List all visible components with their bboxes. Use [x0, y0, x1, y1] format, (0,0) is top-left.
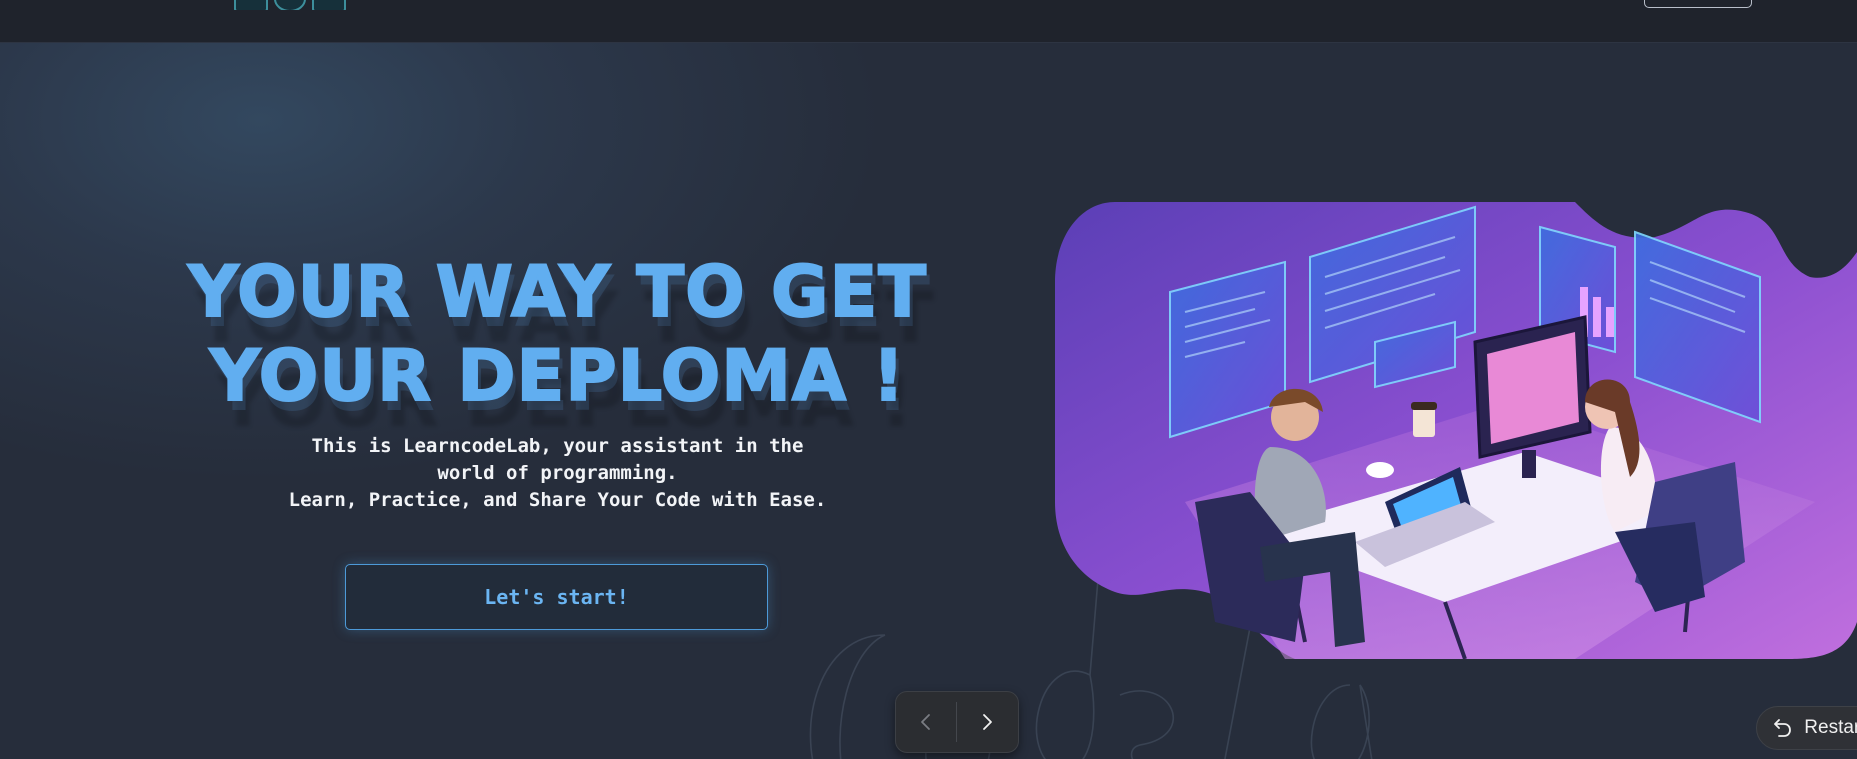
- hero-subtitle: This is LearncodeLab, your assistant in …: [250, 433, 865, 514]
- chevron-left-icon: [921, 714, 930, 730]
- hero-subtitle-line-1: This is LearncodeLab, your assistant in …: [311, 435, 804, 457]
- hero-title-line-2: YOUR DEPLOMA !: [209, 334, 906, 418]
- logo-mark-middle: [274, 0, 306, 10]
- site-logo[interactable]: [234, 0, 348, 10]
- slider-controls: [895, 691, 1019, 753]
- logo-mark-right: [312, 0, 346, 10]
- restart-label: Restart: [1804, 716, 1857, 738]
- landing-page: YOUR WAY TO GET YOUR DEPLOMA ! This is L…: [0, 0, 1857, 759]
- logo-mark-left: [234, 0, 268, 10]
- chevron-right-icon: [983, 714, 992, 730]
- top-navbar: [0, 0, 1857, 43]
- restart-button[interactable]: Restart: [1756, 706, 1857, 750]
- hero-title: YOUR WAY TO GET YOUR DEPLOMA !: [150, 250, 965, 418]
- slider-prev-button[interactable]: [896, 692, 956, 752]
- hero-subtitle-line-3: Learn, Practice, and Share Your Code wit…: [288, 489, 827, 511]
- hero-subtitle-line-2: world of programming.: [437, 462, 678, 484]
- slider-next-button[interactable]: [957, 692, 1017, 752]
- programmers-illustration: [1055, 202, 1857, 659]
- lets-start-button[interactable]: Let's start!: [345, 564, 768, 630]
- navbar-action-button[interactable]: [1644, 0, 1752, 8]
- undo-icon: [1774, 719, 1791, 737]
- hero-title-line-1: YOUR WAY TO GET: [187, 250, 928, 334]
